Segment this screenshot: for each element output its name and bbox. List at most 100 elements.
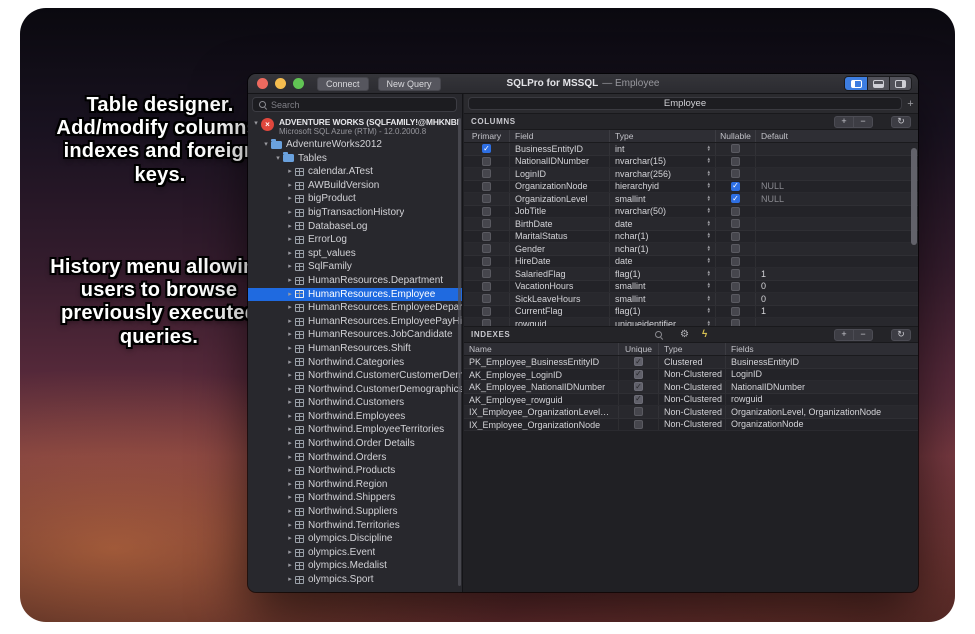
- primary-checkbox[interactable]: [482, 269, 491, 278]
- sidebar-item-table[interactable]: ▸olympics.Medalist: [248, 559, 462, 573]
- type-stepper[interactable]: ▴▾: [707, 221, 710, 227]
- column-type-cell[interactable]: nchar(1)▴▾: [610, 243, 716, 255]
- toggle-inspector-button[interactable]: [889, 77, 911, 90]
- type-stepper[interactable]: ▴▾: [707, 233, 710, 239]
- column-field-cell[interactable]: LoginID: [510, 168, 610, 180]
- index-type-cell[interactable]: Non-Clustered: [659, 369, 726, 381]
- disclosure-icon[interactable]: ▸: [285, 328, 295, 342]
- disclosure-icon[interactable]: ▸: [285, 315, 295, 329]
- close-window-button[interactable]: [257, 78, 268, 89]
- column-field-cell[interactable]: JobTitle: [510, 206, 610, 218]
- disclosure-icon[interactable]: ▸: [285, 274, 295, 288]
- sidebar-item-table[interactable]: ▸spt_values: [248, 247, 462, 261]
- sidebar-item-table[interactable]: ▸Northwind.Customers: [248, 396, 462, 410]
- sidebar-item-database[interactable]: ▾ AdventureWorks2012: [248, 138, 462, 152]
- type-stepper[interactable]: ▴▾: [707, 296, 710, 302]
- index-name-cell[interactable]: IX_Employee_OrganizationLevel_Organizati…: [464, 406, 619, 418]
- column-type-cell[interactable]: flag(1)▴▾: [610, 306, 716, 318]
- column-row[interactable]: BirthDatedate▴▾: [464, 218, 918, 231]
- disclosure-icon[interactable]: ▸: [285, 165, 295, 179]
- column-field-cell[interactable]: SalariedFlag: [510, 268, 610, 280]
- disclosure-icon[interactable]: ▸: [285, 247, 295, 261]
- type-stepper[interactable]: ▴▾: [707, 258, 710, 264]
- sidebar-item-table[interactable]: ▸HumanResources.Shift: [248, 342, 462, 356]
- index-type-cell[interactable]: Clustered: [659, 356, 726, 368]
- remove-column-button[interactable]: −: [853, 116, 873, 128]
- disclosure-icon[interactable]: ▸: [285, 342, 295, 356]
- sidebar-item-table[interactable]: ▸Northwind.CustomerDemographics: [248, 383, 462, 397]
- disclosure-icon[interactable]: ▸: [285, 179, 295, 193]
- nullable-checkbox[interactable]: [731, 244, 740, 253]
- disclosure-icon[interactable]: ▸: [285, 464, 295, 478]
- primary-checkbox[interactable]: [482, 157, 491, 166]
- toggle-content-button[interactable]: [867, 77, 889, 90]
- disclosure-icon[interactable]: ▸: [285, 233, 295, 247]
- nullable-checkbox[interactable]: [731, 307, 740, 316]
- index-row[interactable]: AK_Employee_NationalIDNumberNon-Clustere…: [464, 381, 918, 394]
- index-fields-cell[interactable]: rowguid: [726, 394, 918, 406]
- sidebar-item-table[interactable]: ▸Northwind.Territories: [248, 519, 462, 533]
- search-input[interactable]: [271, 100, 451, 110]
- column-default-cell[interactable]: [756, 318, 918, 326]
- new-query-button[interactable]: New Query: [378, 77, 441, 91]
- column-field-cell[interactable]: NationalIDNumber: [510, 156, 610, 168]
- type-stepper[interactable]: ▴▾: [707, 308, 710, 314]
- refresh-indexes-button[interactable]: ↻: [891, 329, 911, 341]
- column-default-cell[interactable]: [756, 143, 918, 155]
- index-type-cell[interactable]: Non-Clustered: [659, 419, 726, 431]
- zoom-window-button[interactable]: [293, 78, 304, 89]
- index-fields-cell[interactable]: OrganizationLevel, OrganizationNode: [726, 406, 918, 418]
- nullable-checkbox[interactable]: [731, 169, 740, 178]
- columns-scrollbar[interactable]: [911, 148, 917, 245]
- sidebar-item-table[interactable]: ▸HumanResources.Employee: [248, 288, 462, 302]
- column-row[interactable]: NationalIDNumbernvarchar(15)▴▾: [464, 156, 918, 169]
- disclosure-icon[interactable]: ▸: [285, 260, 295, 274]
- add-index-button[interactable]: +: [834, 329, 854, 341]
- column-row[interactable]: BusinessEntityIDint▴▾: [464, 143, 918, 156]
- disclosure-icon[interactable]: ▸: [285, 383, 295, 397]
- column-type-cell[interactable]: nvarchar(15)▴▾: [610, 156, 716, 168]
- add-column-button[interactable]: +: [834, 116, 854, 128]
- disclosure-icon[interactable]: ▾: [251, 117, 261, 131]
- index-row[interactable]: AK_Employee_LoginIDNon-ClusteredLoginID: [464, 369, 918, 382]
- sidebar-item-table[interactable]: ▸Northwind.Shippers: [248, 491, 462, 505]
- add-tab-button[interactable]: +: [904, 97, 917, 111]
- disclosure-icon[interactable]: ▸: [285, 478, 295, 492]
- nullable-checkbox[interactable]: [731, 257, 740, 266]
- unique-checkbox[interactable]: [634, 357, 643, 366]
- unique-checkbox[interactable]: [634, 407, 643, 416]
- sidebar-item-table[interactable]: ▸Northwind.Region: [248, 478, 462, 492]
- nullable-checkbox[interactable]: [731, 232, 740, 241]
- index-row[interactable]: IX_Employee_OrganizationLevel_Organizati…: [464, 406, 918, 419]
- column-field-cell[interactable]: OrganizationNode: [510, 181, 610, 193]
- column-default-cell[interactable]: NULL: [756, 181, 918, 193]
- disclosure-icon[interactable]: ▸: [285, 396, 295, 410]
- type-stepper[interactable]: ▴▾: [707, 171, 710, 177]
- index-row[interactable]: PK_Employee_BusinessEntityIDClusteredBus…: [464, 356, 918, 369]
- column-field-cell[interactable]: HireDate: [510, 256, 610, 268]
- column-row[interactable]: JobTitlenvarchar(50)▴▾: [464, 206, 918, 219]
- disclosure-icon[interactable]: ▸: [285, 206, 295, 220]
- sidebar-scrollbar[interactable]: [458, 118, 461, 586]
- tab-employee[interactable]: Employee: [468, 97, 902, 110]
- sidebar-item-table[interactable]: ▸HumanResources.EmployeePayHistory: [248, 315, 462, 329]
- index-row[interactable]: IX_Employee_OrganizationNodeNon-Clustere…: [464, 419, 918, 432]
- nullable-checkbox[interactable]: [731, 282, 740, 291]
- column-type-cell[interactable]: int▴▾: [610, 143, 716, 155]
- sidebar-item-table[interactable]: ▸Northwind.Suppliers: [248, 505, 462, 519]
- column-row[interactable]: HireDatedate▴▾: [464, 256, 918, 269]
- column-field-cell[interactable]: VacationHours: [510, 281, 610, 293]
- column-type-cell[interactable]: nvarchar(256)▴▾: [610, 168, 716, 180]
- column-field-cell[interactable]: SickLeaveHours: [510, 293, 610, 305]
- unique-checkbox[interactable]: [634, 395, 643, 404]
- column-default-cell[interactable]: 0: [756, 281, 918, 293]
- disclosure-icon[interactable]: ▸: [285, 288, 295, 302]
- disclosure-icon[interactable]: ▸: [285, 369, 295, 383]
- disclosure-icon[interactable]: ▸: [285, 356, 295, 370]
- sidebar-item-table[interactable]: ▸HumanResources.JobCandidate: [248, 328, 462, 342]
- sidebar-item-table[interactable]: ▸Northwind.EmployeeTerritories: [248, 423, 462, 437]
- index-type-cell[interactable]: Non-Clustered: [659, 394, 726, 406]
- column-type-cell[interactable]: flag(1)▴▾: [610, 268, 716, 280]
- index-type-cell[interactable]: Non-Clustered: [659, 406, 726, 418]
- column-type-cell[interactable]: smallint▴▾: [610, 193, 716, 205]
